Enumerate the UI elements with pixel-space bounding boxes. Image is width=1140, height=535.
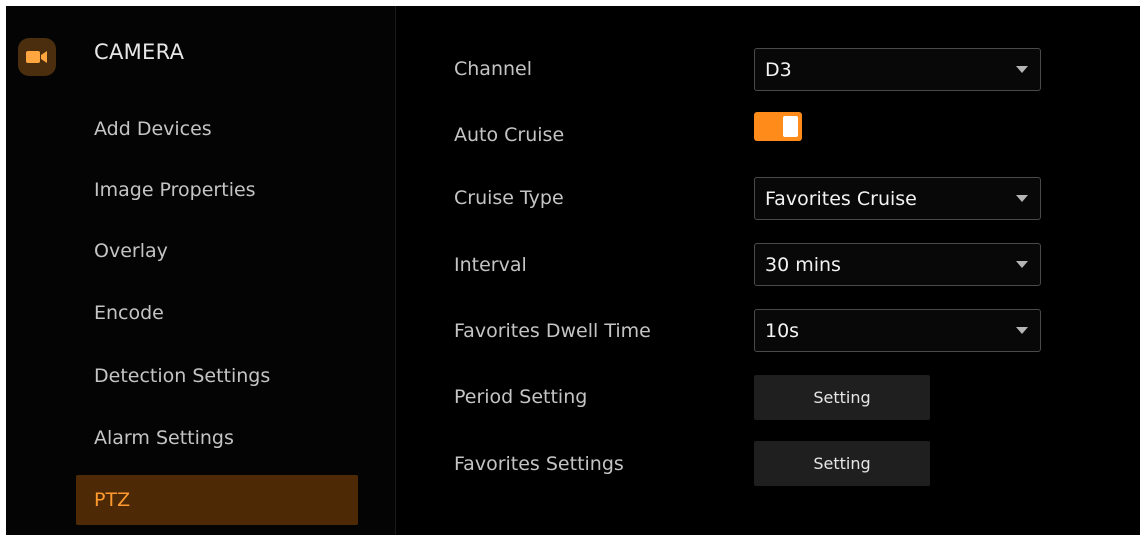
- sidebar: CAMERA Add Devices Image Properties Over…: [6, 6, 396, 535]
- favorites-settings-label: Favorites Settings: [454, 453, 624, 475]
- sidebar-item-alarm-settings[interactable]: Alarm Settings: [76, 413, 358, 463]
- sidebar-item-detection-settings[interactable]: Detection Settings: [76, 351, 358, 401]
- channel-label: Channel: [454, 58, 533, 80]
- sidebar-item-encode[interactable]: Encode: [76, 288, 358, 338]
- cruise-type-label: Cruise Type: [454, 187, 564, 209]
- favorites-settings-button[interactable]: Setting: [754, 441, 930, 486]
- section-title: CAMERA: [94, 40, 185, 64]
- period-setting-button[interactable]: Setting: [754, 375, 930, 420]
- triangle-down-icon: [1016, 195, 1028, 202]
- dwell-time-select[interactable]: 10s: [754, 309, 1041, 352]
- dwell-time-value: 10s: [765, 319, 800, 342]
- toggle-knob: [783, 116, 798, 137]
- channel-select[interactable]: D3: [754, 48, 1041, 91]
- dwell-time-label: Favorites Dwell Time: [454, 320, 651, 342]
- period-setting-label: Period Setting: [454, 386, 588, 408]
- interval-label: Interval: [454, 254, 527, 276]
- sidebar-item-image-properties[interactable]: Image Properties: [76, 165, 358, 215]
- triangle-down-icon: [1016, 327, 1028, 334]
- screen: CAMERA Add Devices Image Properties Over…: [6, 6, 1140, 535]
- sidebar-item-overlay[interactable]: Overlay: [76, 226, 358, 276]
- cruise-type-value: Favorites Cruise: [765, 187, 917, 210]
- cruise-type-select[interactable]: Favorites Cruise: [754, 177, 1041, 220]
- sidebar-item-add-devices[interactable]: Add Devices: [76, 104, 358, 154]
- auto-cruise-toggle[interactable]: [754, 112, 802, 141]
- triangle-down-icon: [1016, 66, 1028, 73]
- sidebar-item-ptz[interactable]: PTZ: [76, 475, 358, 525]
- video-camera-icon: [18, 38, 56, 76]
- channel-value: D3: [765, 58, 792, 81]
- interval-value: 30 mins: [765, 253, 841, 276]
- interval-select[interactable]: 30 mins: [754, 243, 1041, 286]
- triangle-down-icon: [1016, 261, 1028, 268]
- auto-cruise-label: Auto Cruise: [454, 124, 565, 146]
